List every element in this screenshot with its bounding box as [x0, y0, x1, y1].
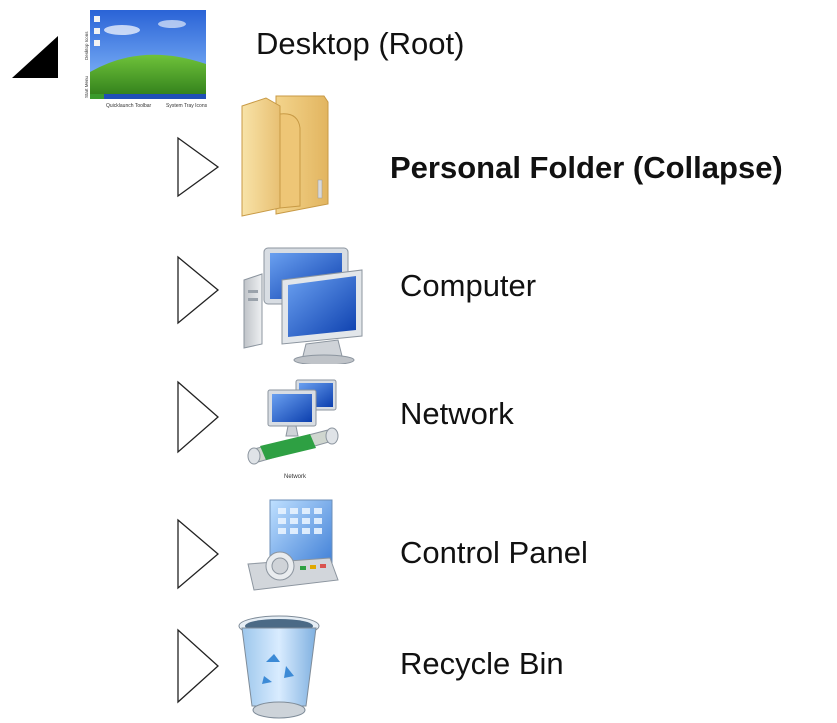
tree-item-label-computer[interactable]: Computer — [400, 270, 536, 301]
tree-item-label-network[interactable]: Network — [400, 398, 514, 429]
expand-toggle-personal-folder[interactable] — [176, 136, 220, 198]
thumb-label-quicklaunch: Quicklaunch Toolbar — [106, 103, 152, 109]
tree-item-label-control-panel[interactable]: Control Panel — [400, 537, 588, 568]
expand-toggle-network[interactable] — [176, 380, 220, 454]
recycle-bin-icon[interactable] — [234, 610, 324, 722]
computer-icon[interactable] — [238, 240, 368, 368]
control-panel-icon[interactable] — [240, 494, 346, 596]
thumb-label-system-tray: System Tray Icons — [166, 103, 208, 109]
thumb-label-desktop-icons: Desktop Icons — [84, 31, 89, 60]
expand-toggle-recycle-bin[interactable] — [176, 628, 220, 704]
folder-icon[interactable] — [236, 88, 348, 218]
thumb-label-start-menu: Start Menu — [84, 75, 89, 98]
tree-item-label-personal-folder[interactable]: Personal Folder (Collapse) — [390, 152, 783, 183]
tree-item-label-recycle-bin[interactable]: Recycle Bin — [400, 648, 564, 679]
root-expand-toggle[interactable] — [10, 34, 60, 82]
network-icon-caption: Network — [284, 474, 307, 480]
expand-toggle-computer[interactable] — [176, 255, 220, 325]
tree-root-label[interactable]: Desktop (Root) — [256, 28, 464, 59]
desktop-wallpaper-icon[interactable]: Desktop Icons Start Menu Quicklaunch Too… — [82, 2, 214, 114]
expand-toggle-control-panel[interactable] — [176, 518, 220, 590]
network-icon[interactable]: Network — [232, 364, 360, 488]
